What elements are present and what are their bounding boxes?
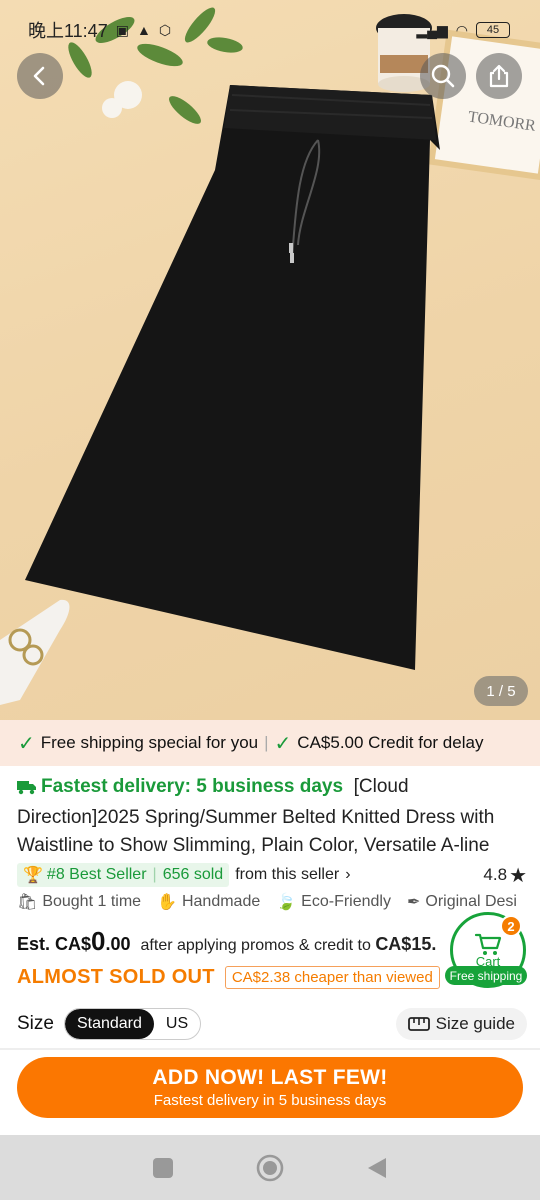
home-button[interactable] — [250, 1148, 290, 1188]
size-option-standard[interactable]: Standard — [64, 1009, 154, 1039]
back-nav-button[interactable] — [357, 1148, 397, 1188]
star-icon: ★ — [509, 864, 527, 887]
warning-icon: ▲ — [136, 22, 151, 38]
promo-divider: | — [264, 733, 269, 752]
size-system-toggle[interactable]: Standard US — [63, 1008, 202, 1040]
cheaper-badge: CA$2.38 cheaper than viewed — [224, 965, 440, 989]
truck-icon — [17, 776, 37, 804]
size-option-us[interactable]: US — [154, 1009, 200, 1039]
square-icon — [153, 1157, 174, 1178]
feature-bought: 🛍 Bought 1 time — [17, 893, 142, 911]
feature-original: ✒ Original Desi — [406, 893, 517, 911]
seller-row[interactable]: 🏆 #8 Best Seller | 656 sold from this se… — [17, 862, 527, 888]
cta-main-label: ADD NOW! LAST FEW! — [152, 1066, 388, 1089]
cta-sub-label: Fastest delivery in 5 business days — [153, 1092, 387, 1109]
bag-check-icon: 🛍 — [17, 894, 38, 911]
chevron-left-icon — [33, 66, 45, 86]
after-promo-text: after applying promos & credit to CA$15. — [140, 934, 437, 954]
promo-credit: CA$5.00 Credit for delay — [297, 733, 484, 752]
system-nav-bar — [0, 1135, 540, 1200]
recent-apps-button[interactable] — [143, 1148, 183, 1188]
estimated-price: Est. CA$0.00 — [17, 926, 131, 956]
app-icon: ⬡ — [158, 21, 172, 38]
divider — [0, 1048, 540, 1050]
size-guide-label: Size guide — [435, 1014, 515, 1033]
triangle-back-icon — [367, 1157, 386, 1178]
size-label: Size — [17, 1013, 54, 1034]
promo-bar[interactable]: ✓ Free shipping special for you | ✓ CA$5… — [0, 720, 540, 766]
best-seller-rank: #8 Best Seller — [46, 866, 147, 883]
best-seller-badge: 🏆 #8 Best Seller | 656 sold — [17, 863, 230, 887]
search-icon — [431, 64, 455, 88]
home-circle-icon — [256, 1154, 284, 1181]
price-row[interactable]: Est. CA$0.00 after applying promos & cre… — [17, 926, 457, 960]
product-image[interactable]: TOMORR — [0, 0, 540, 720]
cart-free-shipping-tag: Free shipping — [445, 966, 527, 985]
promo-free-shipping: Free shipping special for you — [40, 733, 259, 752]
chevron-right-icon: › — [345, 866, 351, 883]
size-guide-button[interactable]: Size guide — [395, 1008, 527, 1040]
battery-icon: 45 — [476, 22, 510, 38]
wifi-icon: ◠ — [455, 21, 468, 38]
status-time: 晚上11:47 — [28, 21, 108, 41]
rating-value: 4.8 — [483, 865, 508, 884]
stock-row: ALMOST SOLD OUT CA$2.38 cheaper than vie… — [17, 963, 447, 991]
share-button[interactable] — [476, 53, 522, 99]
back-button[interactable] — [17, 53, 63, 99]
features-row: 🛍 Bought 1 time ✋ Handmade 🍃 Eco-Friendl… — [17, 890, 537, 914]
pen-icon: ✒ — [406, 894, 421, 911]
delivery-time: Fastest delivery: 5 business days — [41, 776, 344, 797]
sold-count: 656 sold — [162, 866, 224, 883]
search-button[interactable] — [420, 53, 466, 99]
check-icon: ✓ — [274, 732, 292, 755]
from-seller-link[interactable]: from this seller — [235, 866, 339, 884]
image-page-counter: 1 / 5 — [474, 676, 528, 706]
share-icon — [489, 64, 509, 88]
leaf-icon: 🍃 — [276, 894, 297, 911]
add-to-cart-button[interactable]: ADD NOW! LAST FEW! Fastest delivery in 5… — [17, 1057, 523, 1118]
notification-icon: ▣ — [115, 21, 129, 38]
signal-icon: ▂▄▆ — [416, 21, 448, 38]
rating[interactable]: 4.8 ★ — [483, 863, 527, 888]
size-row: Size Standard US Size guide — [17, 1008, 527, 1040]
check-icon: ✓ — [18, 732, 35, 755]
ruler-icon — [407, 1017, 430, 1031]
cart-count-badge: 2 — [500, 915, 522, 937]
cart-icon — [474, 933, 502, 955]
almost-sold-out-label: ALMOST SOLD OUT — [17, 965, 215, 988]
trophy-icon: 🏆 — [23, 867, 43, 884]
status-bar: 晚上11:47 ▣ ▲ ⬡ ▂▄▆ ◠ 45 — [0, 0, 540, 60]
product-title-block[interactable]: Fastest delivery: 5 business days [Cloud… — [17, 773, 527, 860]
feature-eco: 🍃 Eco-Friendly — [276, 893, 391, 911]
feature-handmade: ✋ Handmade — [157, 893, 261, 911]
hand-icon: ✋ — [157, 894, 177, 911]
